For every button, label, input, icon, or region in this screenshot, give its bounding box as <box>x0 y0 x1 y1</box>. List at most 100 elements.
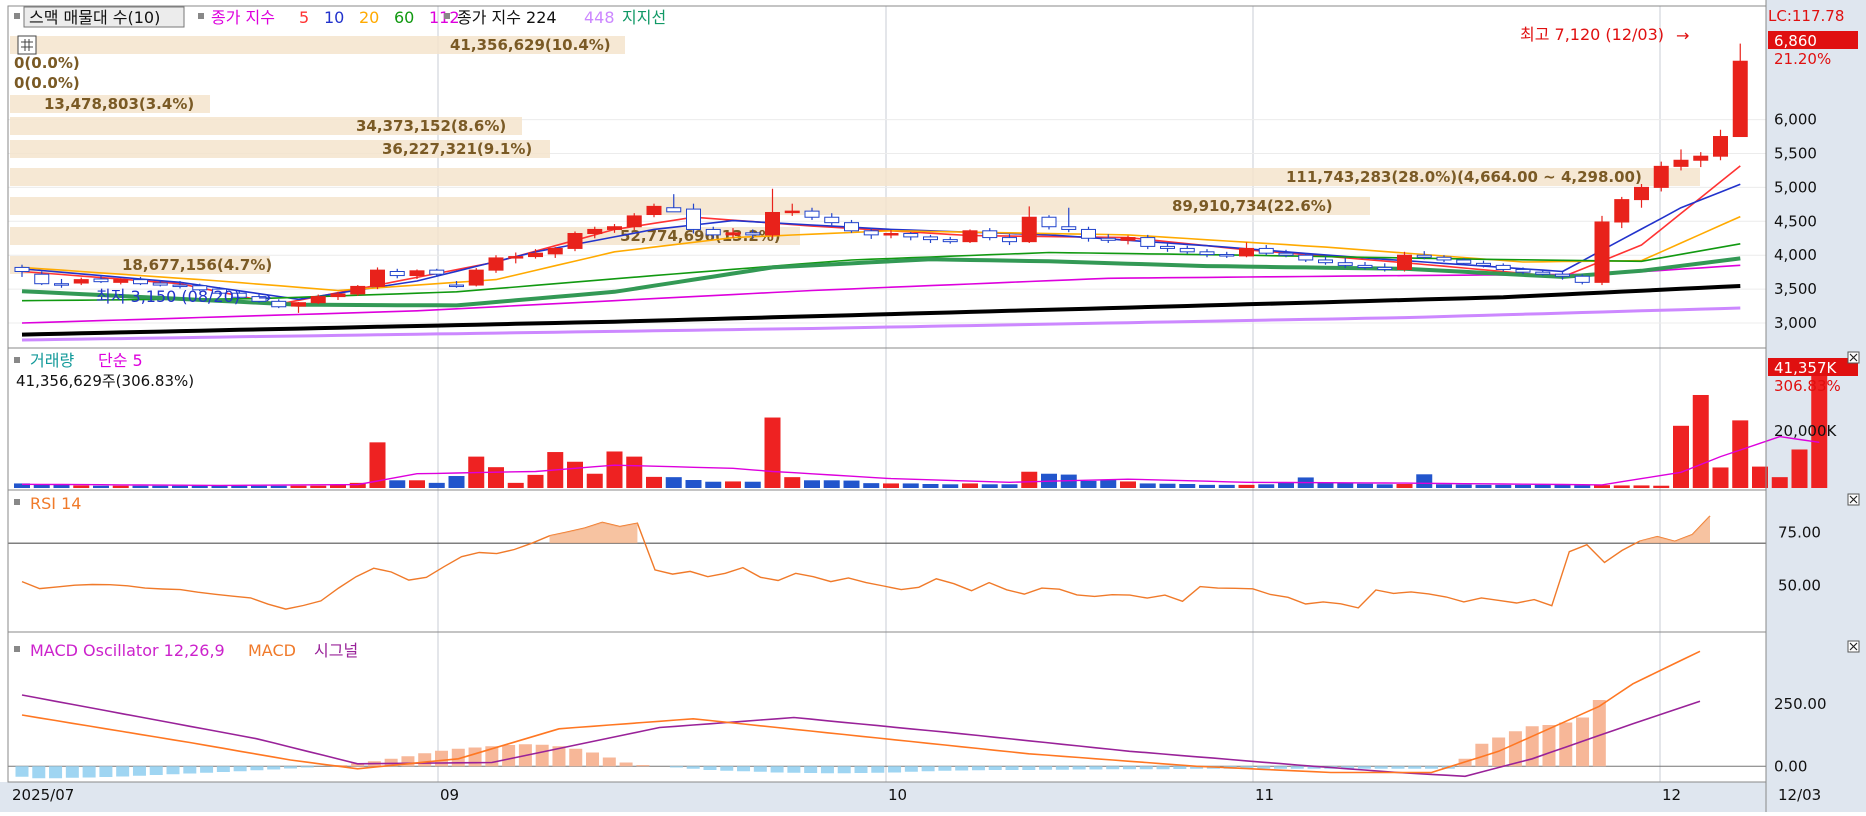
macd-oscillator-bar <box>65 766 79 778</box>
rsi-tick-label: 50.00 <box>1778 577 1821 595</box>
signal-legend-label: 시그널 <box>314 641 358 660</box>
candle-body <box>1436 256 1452 261</box>
last-price-label: 6,860 <box>1774 32 1817 50</box>
macd-oscillator-bar <box>1374 766 1388 769</box>
profile-label: 스맥 매물대 수(10) <box>29 8 160 27</box>
volume-bar <box>1416 474 1433 488</box>
candle-body <box>468 269 484 286</box>
volume-bar <box>172 485 188 488</box>
volume-bar <box>1732 420 1749 488</box>
macd-oscillator-bar <box>921 766 935 772</box>
candle-body <box>370 269 385 287</box>
candle-body <box>1456 259 1472 264</box>
volume-bar <box>409 480 425 488</box>
volume-ma-label: 단순 5 <box>98 351 143 370</box>
rsi-tick-label: 75.00 <box>1778 524 1821 542</box>
macd-oscillator-bar <box>502 745 516 767</box>
sma-period-label: 10 <box>324 8 344 27</box>
candle-body <box>1041 216 1057 228</box>
volume-bar <box>823 480 840 488</box>
candle-body <box>330 293 346 298</box>
candle-body <box>1634 186 1649 201</box>
long-ma-extra: 448 <box>584 8 615 27</box>
candle-body <box>310 296 326 304</box>
volume-title: 거래량 <box>30 351 74 370</box>
cursor-date-label: 12/03 <box>1778 786 1821 804</box>
macd-oscillator-bar <box>988 766 1002 770</box>
volume-bar <box>1455 484 1472 488</box>
volume-bar <box>389 480 406 488</box>
date-axis-label: 2025/07 <box>12 786 74 804</box>
volume-bar <box>981 484 998 488</box>
volume-bar <box>1337 483 1354 488</box>
candle-body <box>1574 275 1590 283</box>
macd-oscillator-bar <box>636 765 650 767</box>
volume-bar <box>646 476 662 488</box>
volume-tick-label: 20,000K <box>1774 422 1837 440</box>
legend-marker <box>444 13 450 19</box>
volume-bar <box>586 473 603 488</box>
table-icon[interactable] <box>17 35 37 55</box>
macd-oscillator-bar <box>49 766 63 779</box>
long-ma-title: 종가 지수 224 <box>457 8 557 27</box>
candle-body <box>1476 262 1491 266</box>
macd-oscillator-bar <box>586 752 600 767</box>
volume-bar <box>488 467 504 488</box>
chart-canvas[interactable]: 41,356,629(10.4%) 0(0.0%) 0(0.0%) 13,478,80… <box>0 0 1866 812</box>
candle-body <box>745 232 761 236</box>
macd-oscillator-bar <box>619 762 633 767</box>
volume-bar <box>962 483 978 488</box>
volume-bar <box>152 485 169 488</box>
candle-body <box>725 232 741 236</box>
macd-oscillator-bar <box>418 753 432 767</box>
candle-body <box>93 278 109 283</box>
volume-profile-label: 36,227,321(9.1%) <box>382 140 532 158</box>
macd-oscillator-bar <box>1274 766 1287 769</box>
candle-body <box>1693 155 1709 161</box>
volume-bar <box>1633 485 1650 488</box>
candle-body <box>1298 254 1314 261</box>
macd-oscillator-bar <box>435 750 448 767</box>
volume-bar <box>784 477 801 488</box>
candle-body <box>34 273 50 285</box>
candle-body <box>765 211 780 236</box>
high-arrow-icon: → <box>1676 26 1689 45</box>
legend-marker <box>198 13 204 19</box>
volume-bar <box>1534 484 1551 488</box>
volume-bar <box>1021 471 1038 488</box>
candle-body <box>1713 136 1728 157</box>
volume-bar <box>705 481 722 488</box>
macd-oscillator-bar <box>753 766 767 772</box>
volume-bar <box>448 476 465 488</box>
candle-body <box>1377 266 1393 270</box>
volume-bar <box>1495 484 1512 488</box>
macd-oscillator-bar <box>1039 766 1053 770</box>
volume-profile-label: 111,743,283(28.0%)(4,664.00 ~ 4,298.00) <box>1286 168 1642 186</box>
volume-bar <box>1218 484 1235 488</box>
volume-bar <box>53 484 70 488</box>
volume-bar <box>251 485 267 488</box>
macd-oscillator-bar <box>1022 766 1036 770</box>
macd-oscillator-bar <box>720 766 734 771</box>
macd-oscillator-bar <box>1089 766 1103 770</box>
volume-profile-label: 89,910,734(22.6%) <box>1172 197 1333 215</box>
macd-oscillator-bar <box>535 744 549 767</box>
volume-bar <box>1574 485 1591 488</box>
candle-body <box>1278 252 1294 256</box>
volume-bar <box>1554 484 1571 488</box>
volume-bar <box>843 480 860 488</box>
macd-oscillator-bar <box>837 766 851 774</box>
candle-body <box>508 256 524 259</box>
bottom-axis-area <box>0 782 1866 812</box>
macd-oscillator-bar <box>149 766 163 775</box>
volume-bar <box>626 456 643 488</box>
price-tick-label: 5,000 <box>1774 178 1817 196</box>
macd-oscillator-bar <box>15 766 29 777</box>
macd-oscillator-bar <box>1072 766 1086 770</box>
sma-period-label: 20 <box>359 8 379 27</box>
candle-body <box>883 233 899 236</box>
candle-body <box>1673 159 1689 167</box>
macd-oscillator-bar <box>216 766 230 772</box>
volume-bar <box>93 485 109 488</box>
volume-bar <box>1278 482 1294 488</box>
